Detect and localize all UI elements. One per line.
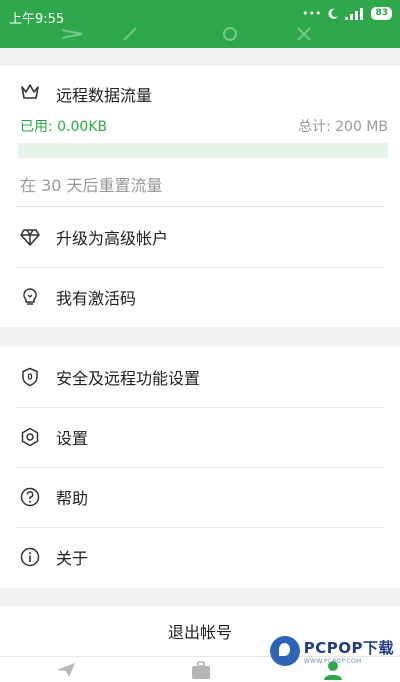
menu-item-upgrade[interactable]: 升级为高级帐户	[0, 207, 400, 267]
menu-item-about[interactable]: 关于	[0, 527, 400, 587]
menu-item-security-settings[interactable]: 安全及远程功能设置	[0, 347, 400, 407]
menu-label: 我有激活码	[56, 289, 137, 308]
watermark-brand: PCPOP下载	[303, 639, 394, 657]
traffic-used: 已用: 0.00KB	[20, 119, 108, 135]
menu-label: 关于	[56, 549, 89, 568]
diamond-icon	[20, 229, 40, 246]
menu-item-settings[interactable]: 设置	[0, 407, 400, 467]
pcpop-logo-icon	[269, 636, 300, 666]
watermark: PCPOP下载 WWW.PCPOP.COM	[269, 636, 394, 666]
status-icons: ••• 83	[302, 7, 392, 20]
menu-label: 帮助	[56, 489, 89, 508]
traffic-reset-text: 在 30 天后重置流量	[20, 176, 163, 195]
menu-label: 设置	[56, 429, 89, 448]
lightbulb-icon	[23, 288, 37, 305]
hexagon-settings-icon	[21, 427, 39, 447]
signal-icon	[345, 7, 364, 20]
crown-icon	[21, 84, 39, 99]
header-decoration-icon	[123, 27, 137, 41]
tab-toolbox-icon[interactable]	[190, 660, 212, 680]
menu-item-help[interactable]: 帮助	[0, 467, 400, 527]
status-bar: 上午9:55 ••• 83	[0, 0, 400, 48]
more-dots-icon: •••	[302, 7, 322, 20]
menu-item-activation-code[interactable]: 我有激活码	[0, 267, 400, 327]
header-decoration-icon	[297, 27, 311, 41]
question-icon	[20, 487, 40, 507]
traffic-title: 远程数据流量	[56, 86, 153, 105]
menu-label: 升级为高级帐户	[56, 229, 169, 248]
status-time: 上午9:55	[9, 12, 65, 27]
traffic-total: 总计: 200 MB	[297, 119, 388, 135]
tab-remote-icon[interactable]	[55, 660, 77, 680]
traffic-progress-bar	[18, 143, 388, 158]
watermark-sub: WWW.PCPOP.COM	[303, 658, 362, 665]
moon-icon	[328, 8, 339, 19]
header-decoration-icon	[223, 27, 237, 41]
header-decoration-icon	[61, 29, 83, 39]
battery-icon: 83	[371, 7, 392, 20]
info-icon	[20, 547, 40, 567]
menu-label: 安全及远程功能设置	[56, 369, 201, 388]
shield-icon	[22, 367, 38, 387]
